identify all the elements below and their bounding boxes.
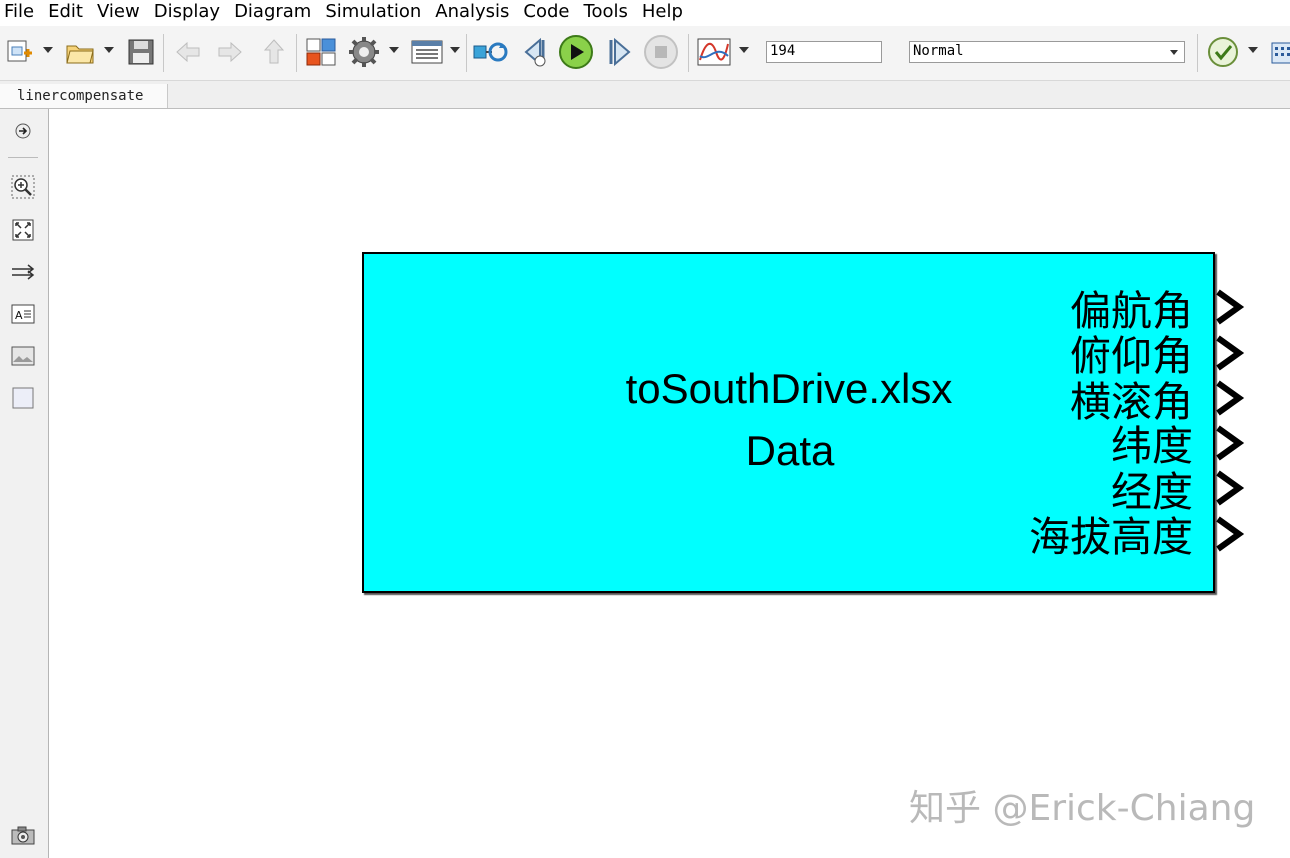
toolbar: 194 Normal xyxy=(0,26,1290,81)
scope-dropdown-icon[interactable] xyxy=(739,47,749,53)
route-lines-button[interactable] xyxy=(11,260,35,284)
zoom-button[interactable] xyxy=(11,175,35,199)
check-model-dropdown-icon[interactable] xyxy=(1248,47,1258,53)
menu-edit[interactable]: Edit xyxy=(42,0,91,24)
scope-button[interactable] xyxy=(694,36,734,68)
save-icon xyxy=(128,39,154,65)
output-port-6[interactable] xyxy=(1215,516,1247,552)
toolbar-separator xyxy=(1197,34,1198,72)
grid-icon xyxy=(1271,42,1290,64)
menu-simulation[interactable]: Simulation xyxy=(319,0,429,24)
open-folder-icon xyxy=(66,45,94,64)
model-tab-strip: linercompensate xyxy=(0,81,1290,109)
up-icon xyxy=(263,39,285,64)
open-button[interactable] xyxy=(62,36,98,68)
open-dropdown-icon[interactable] xyxy=(104,47,114,53)
step-forward-button[interactable] xyxy=(600,36,638,68)
stop-time-field[interactable]: 194 xyxy=(766,41,882,63)
menu-diagram[interactable]: Diagram xyxy=(228,0,319,24)
zoom-icon xyxy=(11,175,35,199)
hide-show-icon xyxy=(15,123,31,139)
menu-tools[interactable]: Tools xyxy=(578,0,636,24)
left-palette: A xyxy=(0,109,49,858)
output-port-3[interactable] xyxy=(1215,380,1247,416)
port-label-altitude: 海拔高度 xyxy=(1029,513,1193,561)
route-lines-icon xyxy=(12,264,35,280)
block-file-text: toSouthDrive.xlsx xyxy=(625,365,953,412)
watermark: 知乎 @Erick-Chiang xyxy=(909,788,1256,829)
toolbar-separator xyxy=(688,34,689,72)
model-settings-dropdown-icon[interactable] xyxy=(389,47,399,53)
palette-separator xyxy=(8,157,38,158)
block-data-label: Data xyxy=(745,427,835,474)
new-model-icon xyxy=(7,40,32,62)
step-forward-icon xyxy=(609,37,631,67)
menu-view[interactable]: View xyxy=(91,0,148,24)
camera-button[interactable] xyxy=(11,823,35,847)
model-explorer-icon xyxy=(411,40,443,64)
output-port-1[interactable] xyxy=(1215,289,1247,325)
simulation-mode-value: Normal xyxy=(913,43,964,59)
output-port-2[interactable] xyxy=(1215,335,1247,371)
hide-show-button[interactable] xyxy=(11,119,35,143)
save-button[interactable] xyxy=(124,36,158,68)
check-model-icon xyxy=(1208,37,1238,67)
toolbar-separator xyxy=(466,34,467,72)
grid-button[interactable] xyxy=(1270,36,1290,68)
menu-display[interactable]: Display xyxy=(148,0,228,24)
tab-model[interactable]: linercompensate xyxy=(0,84,168,108)
port-label-latitude: 纬度 xyxy=(1111,422,1193,470)
fit-to-view-icon xyxy=(12,219,34,241)
chevron-down-icon xyxy=(1170,50,1178,55)
model-canvas[interactable]: toSouthDrive.xlsx Data 偏航角 俯仰角 横滚角 纬度 经度… xyxy=(49,109,1290,858)
new-model-button[interactable] xyxy=(2,36,38,68)
stop-button[interactable] xyxy=(642,35,680,69)
annotation-icon: A xyxy=(11,304,35,324)
simulation-mode-select[interactable]: Normal xyxy=(909,41,1185,63)
up-button[interactable] xyxy=(256,36,292,68)
step-back-button[interactable] xyxy=(516,36,554,68)
scope-icon xyxy=(697,38,731,66)
area-icon xyxy=(12,387,34,409)
check-model-button[interactable] xyxy=(1204,36,1242,68)
annotation-button[interactable]: A xyxy=(11,302,35,326)
model-explorer-dropdown-icon[interactable] xyxy=(450,47,460,53)
new-model-dropdown-icon[interactable] xyxy=(43,47,53,53)
forward-icon xyxy=(218,41,242,63)
back-button[interactable] xyxy=(170,36,206,68)
port-label-longitude: 经度 xyxy=(1111,468,1193,516)
update-diagram-button[interactable] xyxy=(471,36,509,68)
menu-bar: File Edit View Display Diagram Simulatio… xyxy=(0,0,1290,24)
output-port-5[interactable] xyxy=(1215,470,1247,506)
toolbar-separator xyxy=(163,34,164,72)
library-browser-button[interactable] xyxy=(302,36,340,68)
forward-button[interactable] xyxy=(212,36,248,68)
port-label-yaw: 偏航角 xyxy=(1070,287,1193,335)
library-browser-icon xyxy=(306,38,336,66)
camera-icon xyxy=(11,826,35,845)
stop-icon xyxy=(644,35,678,69)
image-icon xyxy=(11,346,35,366)
run-icon xyxy=(559,35,593,69)
menu-code[interactable]: Code xyxy=(517,0,577,24)
back-icon xyxy=(176,41,200,63)
port-label-pitch: 俯仰角 xyxy=(1070,332,1193,380)
model-settings-button[interactable] xyxy=(346,36,382,68)
fit-to-view-button[interactable] xyxy=(11,218,35,242)
menu-file[interactable]: File xyxy=(0,0,42,24)
toolbar-separator xyxy=(296,34,297,72)
model-explorer-button[interactable] xyxy=(408,36,446,68)
area-button[interactable] xyxy=(11,386,35,410)
step-back-icon xyxy=(524,37,546,67)
menu-analysis[interactable]: Analysis xyxy=(429,0,517,24)
port-label-roll: 横滚角 xyxy=(1070,378,1193,426)
menu-help[interactable]: Help xyxy=(636,0,691,24)
from-spreadsheet-block[interactable]: toSouthDrive.xlsx Data 偏航角 俯仰角 横滚角 纬度 经度… xyxy=(362,252,1215,593)
update-diagram-icon xyxy=(473,42,508,62)
model-settings-icon xyxy=(349,37,379,67)
svg-text:A: A xyxy=(15,309,23,322)
output-port-4[interactable] xyxy=(1215,425,1247,461)
run-button[interactable] xyxy=(557,35,595,69)
image-button[interactable] xyxy=(11,344,35,368)
